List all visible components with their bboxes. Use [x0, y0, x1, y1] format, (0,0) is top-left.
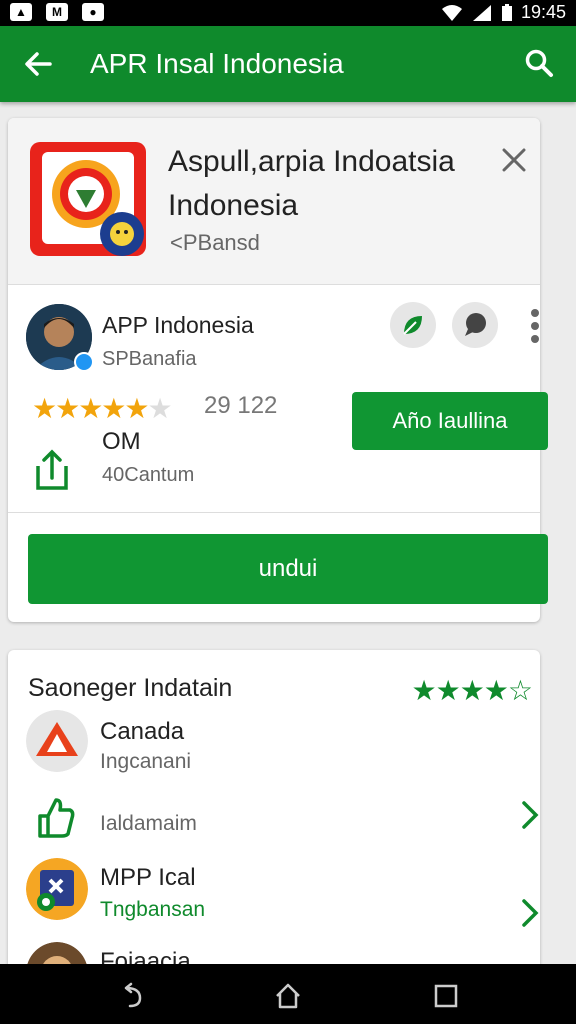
verified-badge-icon [74, 352, 94, 372]
back-arrow-icon[interactable] [22, 48, 54, 80]
chevron-right-icon[interactable] [520, 898, 540, 928]
developer-name[interactable]: APP Indonesia [102, 312, 254, 339]
secondary-action-button[interactable]: Año Iaullina [352, 392, 548, 450]
developer-subtitle: SPBanafia [102, 348, 197, 370]
hero-app-title: Aspull,arpia Indoatsia Indonesia [168, 145, 455, 222]
thumbs-up-icon [38, 798, 75, 838]
back-nav-icon[interactable] [118, 982, 146, 1010]
rating-count: 29 122 [204, 392, 278, 419]
list-item-title: Canada [100, 718, 185, 745]
install-button[interactable]: undui [28, 534, 548, 604]
comment-button[interactable] [452, 302, 498, 348]
home-nav-icon[interactable] [274, 982, 302, 1010]
similar-apps-card: Saoneger Indatain ★★★★☆ Canada Ingcanani… [8, 650, 540, 1004]
list-item-subtitle: Tngbansan [100, 898, 206, 921]
hero-app-subtitle: <PBansd [170, 230, 260, 255]
share-icon[interactable] [32, 448, 72, 492]
warning-triangle-icon [26, 710, 88, 772]
section-title: Saoneger Indatain [28, 674, 233, 702]
wishlist-button[interactable] [390, 302, 436, 348]
app-shield-icon [26, 858, 88, 920]
app-hero: Aspull,arpia Indoatsia Indonesia <PBansd [8, 118, 540, 285]
app-logo-icon [30, 142, 146, 256]
notification-photo-icon: ▲ [10, 3, 32, 21]
status-time: 19:45 [520, 2, 566, 22]
wifi-icon [441, 4, 462, 21]
developer-row: APP Indonesia SPBanafia ★★★★★★ 29 122 OM [8, 286, 548, 513]
system-nav-bar [0, 964, 576, 1024]
app-detail-card: Aspull,arpia Indoatsia Indonesia <PBansd… [8, 118, 548, 622]
close-icon[interactable] [500, 146, 528, 174]
chat-bubble-icon [465, 313, 486, 336]
list-item-title: MPP Ical [100, 864, 196, 891]
app-size: OM [102, 428, 141, 455]
app-bar: APR Insal Indonesia [0, 26, 576, 102]
list-item-subtitle: Ingcanani [100, 750, 192, 773]
notification-game-icon: ● [82, 3, 104, 21]
leaf-bookmark-icon [403, 316, 422, 335]
battery-icon [501, 3, 512, 21]
status-bar: ▲ M ● 19:45 [0, 0, 576, 26]
search-icon[interactable] [524, 48, 554, 78]
app-bar-title: APR Insal Indonesia [90, 48, 344, 79]
more-vert-icon[interactable] [529, 308, 541, 344]
list-item-subtitle: Ialdamaim [100, 812, 197, 835]
chevron-right-icon[interactable] [520, 800, 540, 830]
recents-nav-icon[interactable] [432, 982, 460, 1010]
notification-mail-icon: M [46, 3, 68, 21]
download-count: 40Cantum [102, 464, 195, 486]
section-rating-stars: ★★★★☆ [411, 675, 533, 706]
rating-stars: ★★★★★★ [32, 393, 173, 424]
signal-icon [472, 4, 491, 21]
